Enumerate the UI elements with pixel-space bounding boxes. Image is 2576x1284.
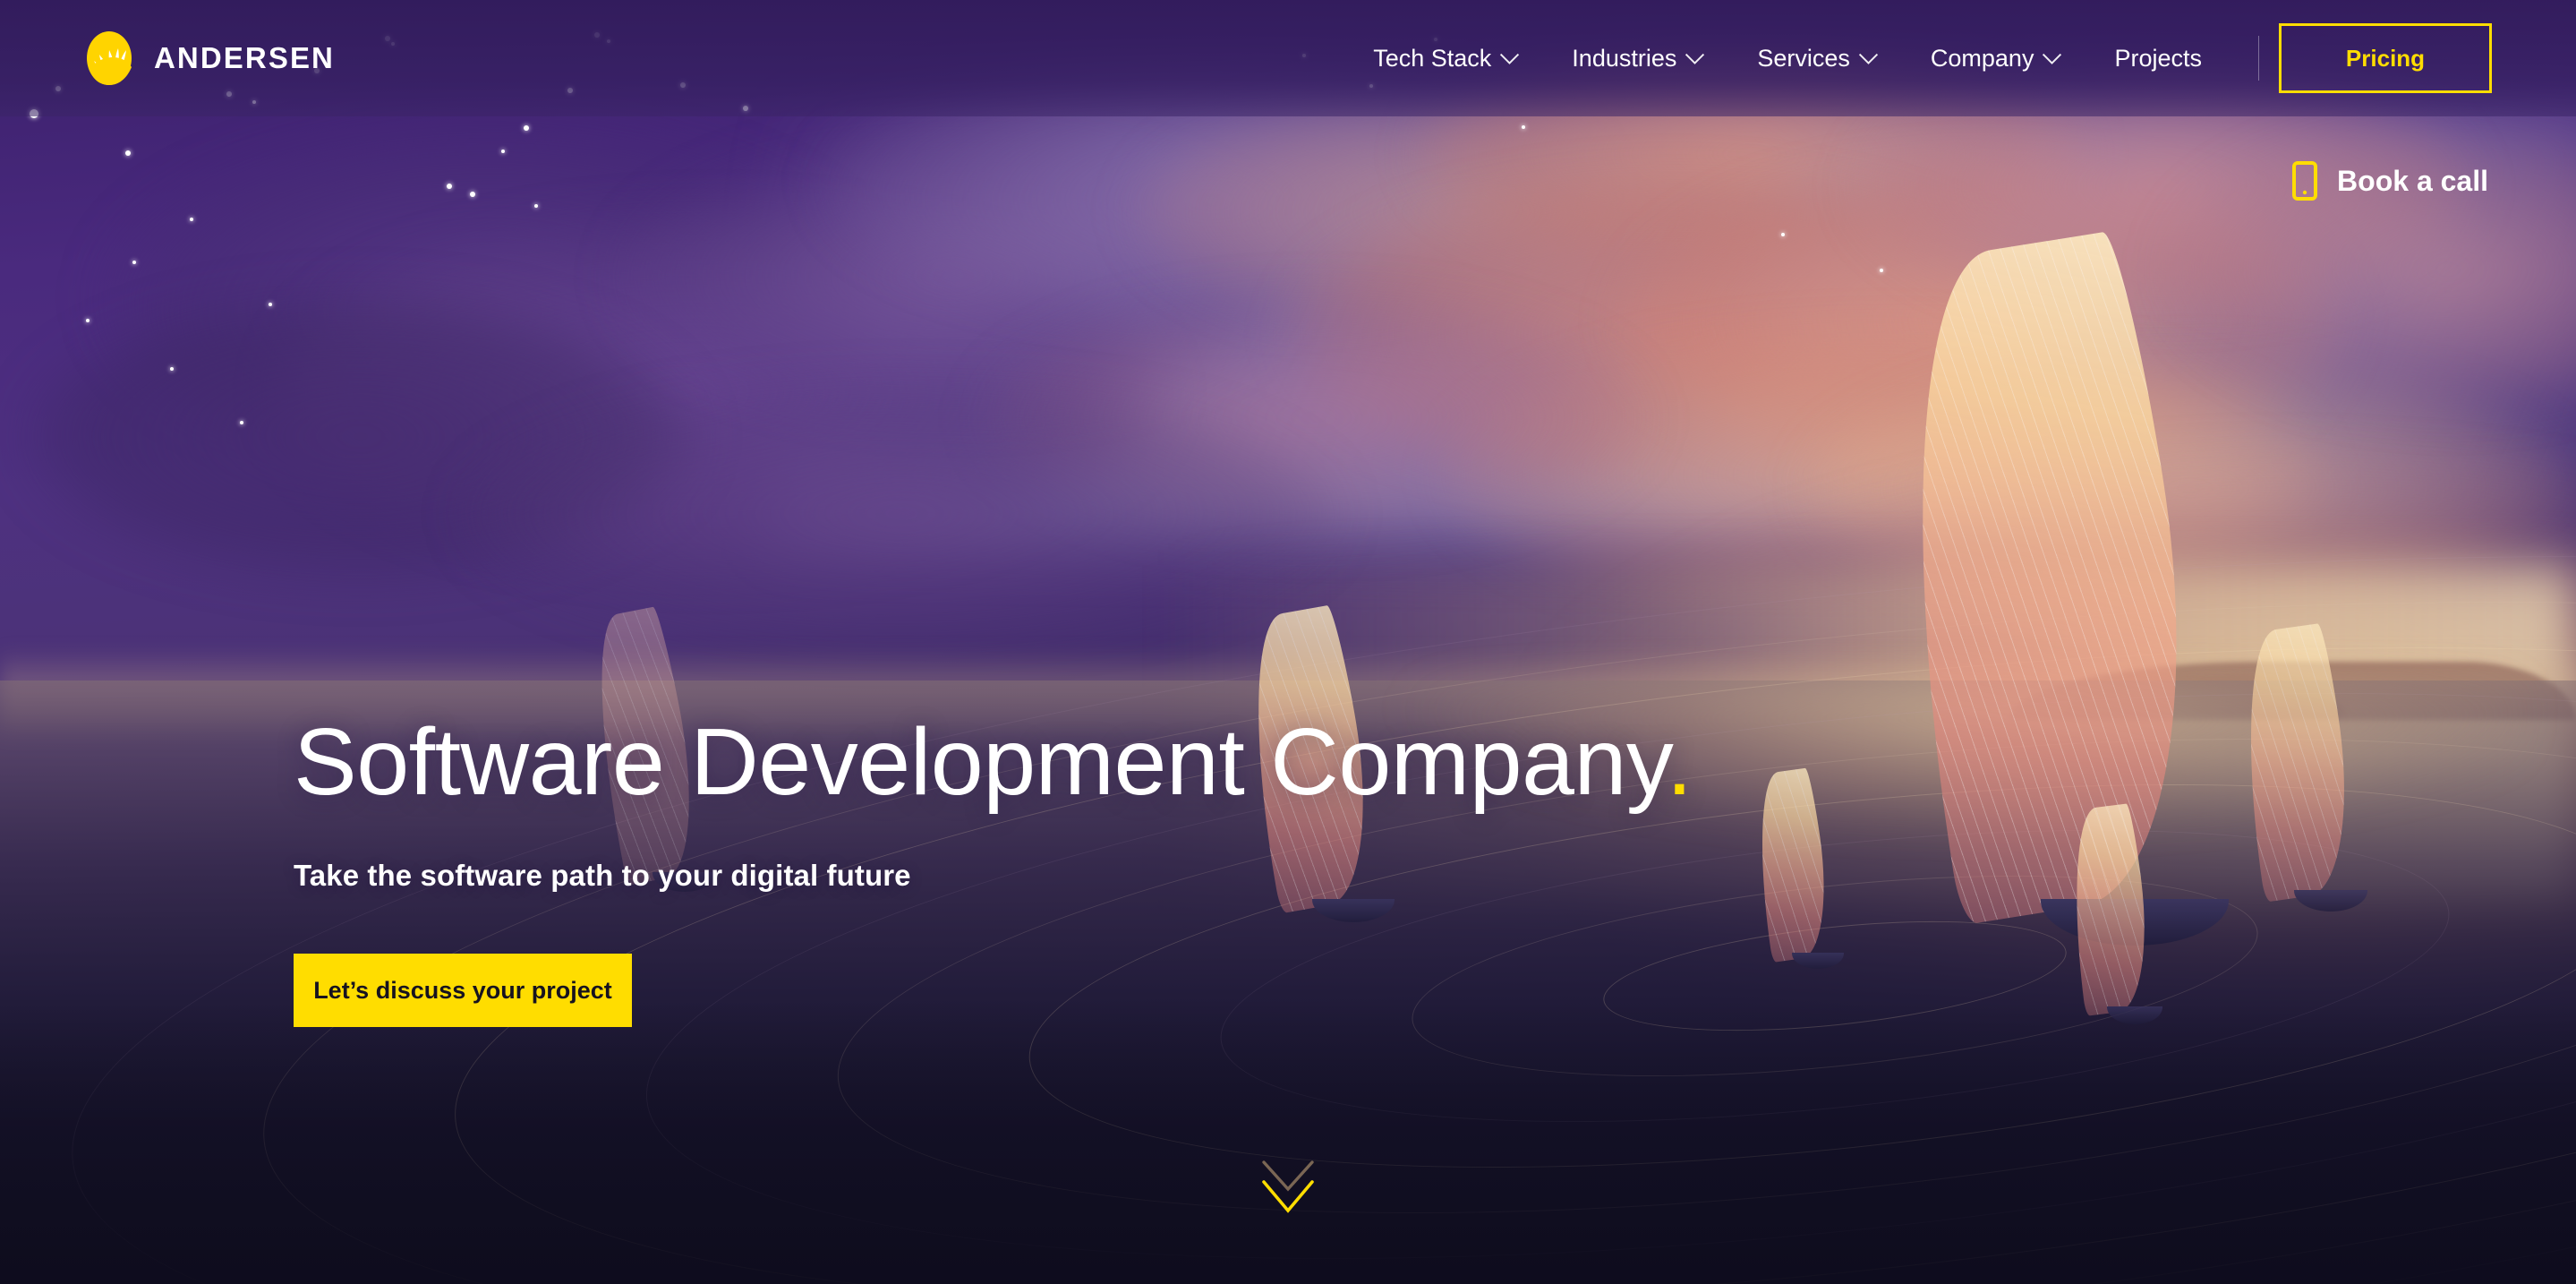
star xyxy=(470,192,475,197)
star xyxy=(125,150,131,156)
star xyxy=(190,218,193,221)
nav-label: Services xyxy=(1757,44,1850,72)
pricing-button[interactable]: Pricing xyxy=(2279,23,2492,93)
hero-content: Software Development Company. Take the s… xyxy=(294,712,1693,1028)
scroll-down-button[interactable] xyxy=(1250,1155,1326,1223)
chevron-down-icon xyxy=(1500,45,1520,64)
chevron-down-icon xyxy=(1858,45,1878,64)
book-a-call-button[interactable]: Book a call xyxy=(2292,161,2488,201)
nav-label: Projects xyxy=(2114,44,2202,72)
star xyxy=(447,184,452,189)
hero-background-illustration xyxy=(0,0,2576,1284)
nav-label: Industries xyxy=(1572,44,1677,72)
hero-title: Software Development Company. xyxy=(294,712,1693,812)
hero-title-accent-dot: . xyxy=(1666,709,1693,815)
hero-page: ANDERSEN Tech Stack Industries Services … xyxy=(0,0,2576,1284)
book-a-call-label: Book a call xyxy=(2337,164,2488,197)
discuss-project-button[interactable]: Let’s discuss your project xyxy=(294,954,632,1028)
nav-item-services[interactable]: Services xyxy=(1729,45,1903,73)
star xyxy=(1880,269,1883,272)
mobile-phone-icon xyxy=(2292,161,2318,201)
nav-divider xyxy=(2258,36,2259,81)
star xyxy=(240,421,243,424)
double-chevron-down-icon xyxy=(1262,1160,1314,1213)
chevron-down-icon xyxy=(1685,45,1705,64)
star xyxy=(534,204,538,208)
star xyxy=(1781,233,1785,236)
nav-item-company[interactable]: Company xyxy=(1903,45,2087,73)
brand-name: ANDERSEN xyxy=(154,41,335,74)
nav-item-industries[interactable]: Industries xyxy=(1544,45,1729,73)
nav-item-projects[interactable]: Projects xyxy=(2086,45,2230,73)
star xyxy=(269,303,272,306)
star xyxy=(524,125,529,131)
star xyxy=(170,367,174,371)
hero-title-text: Software Development Company xyxy=(294,709,1667,815)
brand-logo-link[interactable]: ANDERSEN xyxy=(84,30,335,87)
bottom-vignette xyxy=(0,1001,2576,1284)
sunrise-logo-icon xyxy=(87,31,132,85)
hero-subtitle: Take the software path to your digital f… xyxy=(294,859,911,893)
nav-item-tech-stack[interactable]: Tech Stack xyxy=(1345,45,1544,73)
star xyxy=(501,150,505,153)
nav-label: Company xyxy=(1930,44,2034,72)
star xyxy=(1522,125,1525,129)
star xyxy=(86,319,90,322)
star xyxy=(132,261,136,264)
nav-label: Tech Stack xyxy=(1373,44,1492,72)
site-header: ANDERSEN Tech Stack Industries Services … xyxy=(0,0,2576,116)
main-navigation: Tech Stack Industries Services Company P… xyxy=(1345,23,2492,93)
chevron-down-icon xyxy=(2043,45,2062,64)
